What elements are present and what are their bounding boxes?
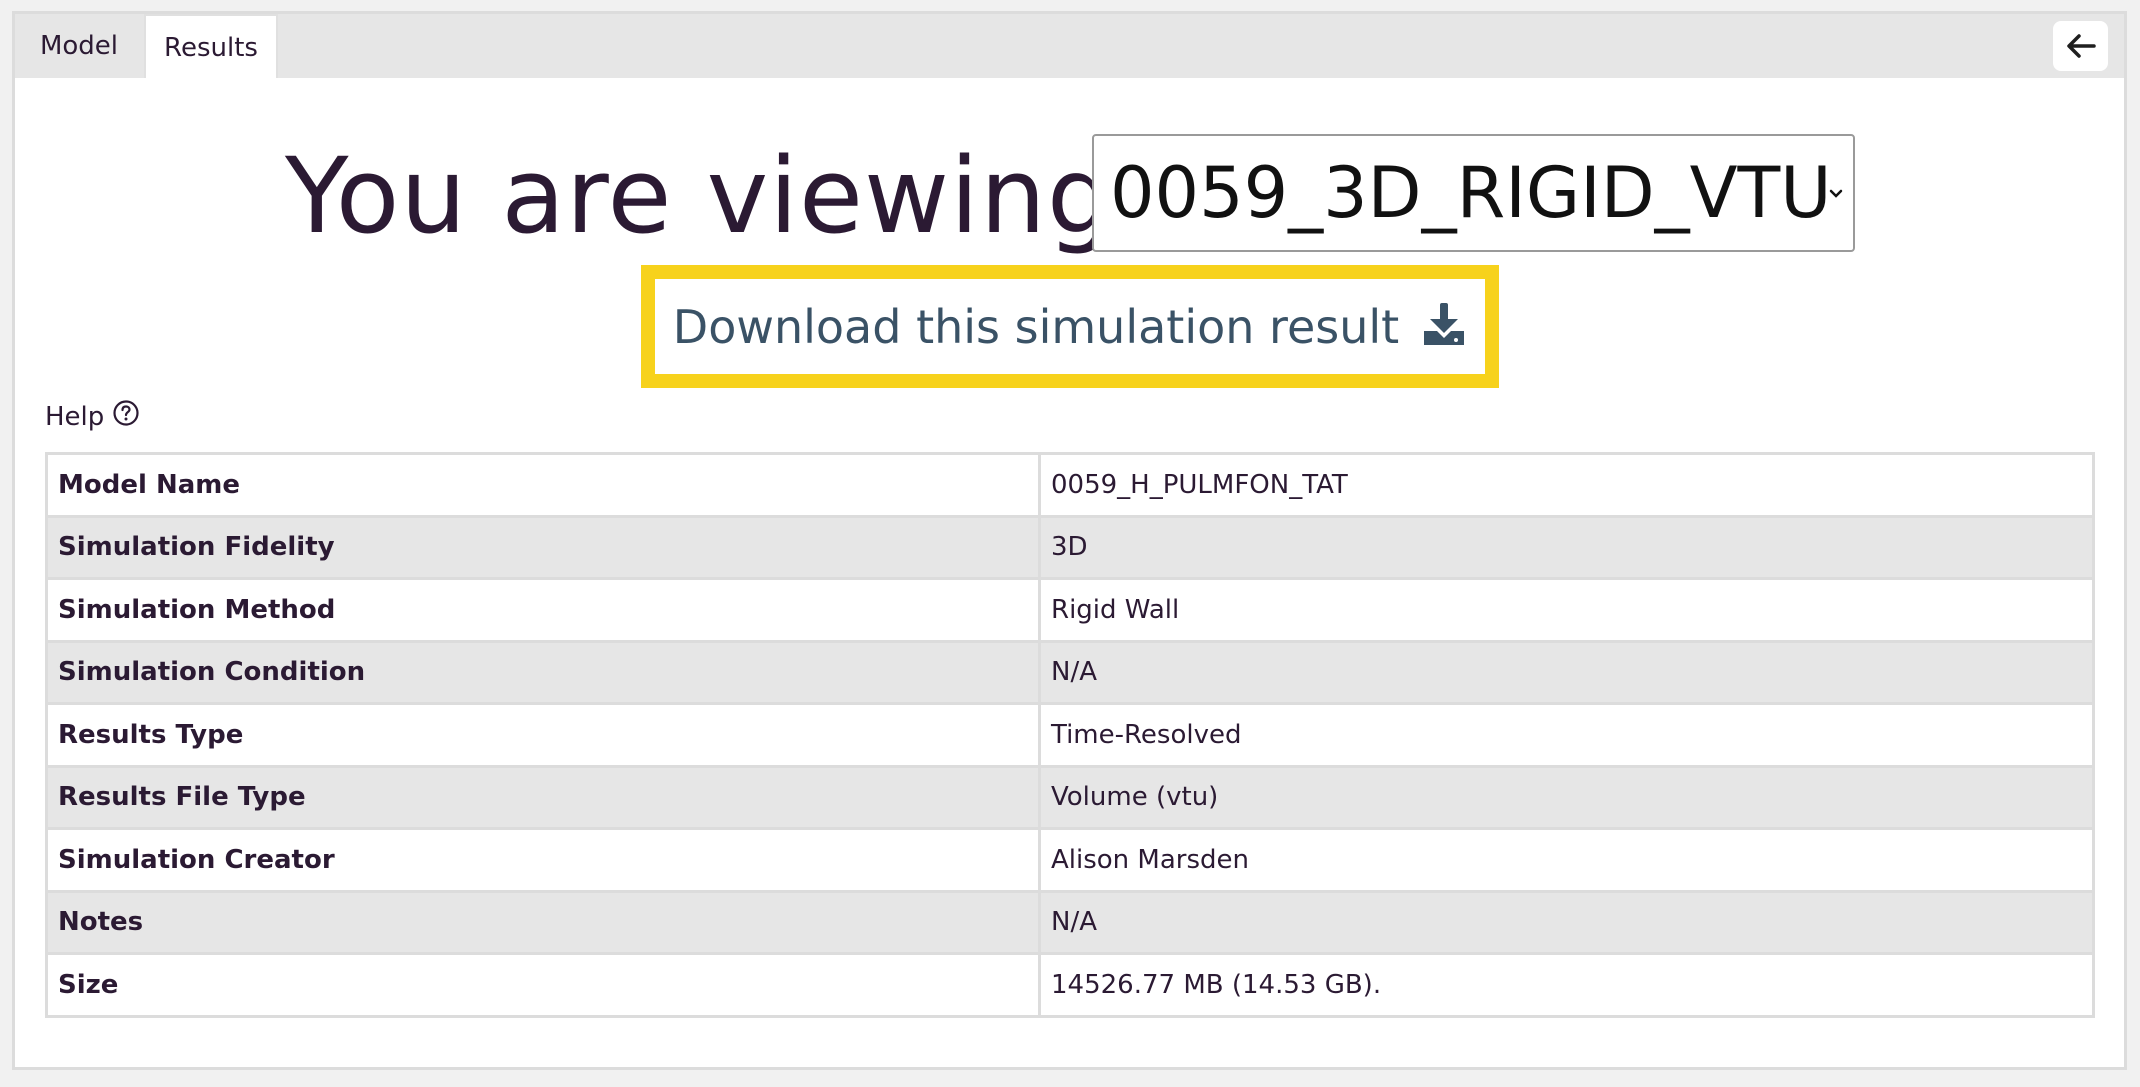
download-result-button[interactable]: Download this simulation result bbox=[641, 265, 1499, 388]
row-value: N/A bbox=[1038, 889, 2095, 955]
table-row: Notes N/A bbox=[45, 889, 2095, 955]
row-key: Notes bbox=[45, 889, 1041, 955]
chevron-down-icon bbox=[1829, 184, 1843, 203]
row-value: Volume (vtu) bbox=[1038, 764, 2095, 830]
row-key: Simulation Creator bbox=[45, 827, 1041, 893]
simulation-select[interactable]: 0059_3D_RIGID_VTU bbox=[1092, 134, 1855, 252]
download-icon bbox=[1421, 301, 1467, 353]
help-link[interactable]: Help bbox=[45, 399, 140, 434]
row-key: Simulation Condition bbox=[45, 639, 1041, 705]
simulation-select-value: 0059_3D_RIGID_VTU bbox=[1110, 152, 1832, 234]
row-value: Alison Marsden bbox=[1038, 827, 2095, 893]
row-key: Simulation Method bbox=[45, 577, 1041, 643]
simulation-details-table: Model Name 0059_H_PULMFON_TAT Simulation… bbox=[45, 452, 2095, 1018]
heading-row: You are viewing 0059_3D_RIGID_VTU bbox=[15, 134, 2124, 259]
help-label: Help bbox=[45, 401, 105, 432]
question-circle-icon bbox=[112, 399, 140, 434]
row-value: N/A bbox=[1038, 639, 2095, 705]
row-key: Results File Type bbox=[45, 764, 1041, 830]
download-label: Download this simulation result bbox=[672, 299, 1400, 354]
table-row: Results Type Time-Resolved bbox=[45, 702, 2095, 768]
row-key: Size bbox=[45, 952, 1041, 1018]
table-row: Simulation Creator Alison Marsden bbox=[45, 827, 2095, 893]
table-row: Simulation Method Rigid Wall bbox=[45, 577, 2095, 643]
row-value: 3D bbox=[1038, 514, 2095, 580]
page-title: You are viewing bbox=[285, 135, 1114, 257]
arrow-left-icon bbox=[2066, 34, 2096, 58]
back-button[interactable] bbox=[2053, 21, 2108, 71]
tab-results[interactable]: Results bbox=[144, 14, 278, 78]
row-value: Time-Resolved bbox=[1038, 702, 2095, 768]
table-row: Simulation Condition N/A bbox=[45, 639, 2095, 705]
row-key: Simulation Fidelity bbox=[45, 514, 1041, 580]
table-row: Size 14526.77 MB (14.53 GB). bbox=[45, 952, 2095, 1018]
row-value: 0059_H_PULMFON_TAT bbox=[1038, 452, 2095, 518]
table-row: Results File Type Volume (vtu) bbox=[45, 764, 2095, 830]
table-row: Model Name 0059_H_PULMFON_TAT bbox=[45, 452, 2095, 518]
table-row: Simulation Fidelity 3D bbox=[45, 514, 2095, 580]
row-key: Model Name bbox=[45, 452, 1041, 518]
row-value: Rigid Wall bbox=[1038, 577, 2095, 643]
row-key: Results Type bbox=[45, 702, 1041, 768]
row-value: 14526.77 MB (14.53 GB). bbox=[1038, 952, 2095, 1018]
results-panel: Model Results You are viewing 0059_3D_RI… bbox=[12, 11, 2127, 1070]
tab-model[interactable]: Model bbox=[15, 14, 143, 78]
tab-bar: Model Results bbox=[15, 14, 2124, 78]
